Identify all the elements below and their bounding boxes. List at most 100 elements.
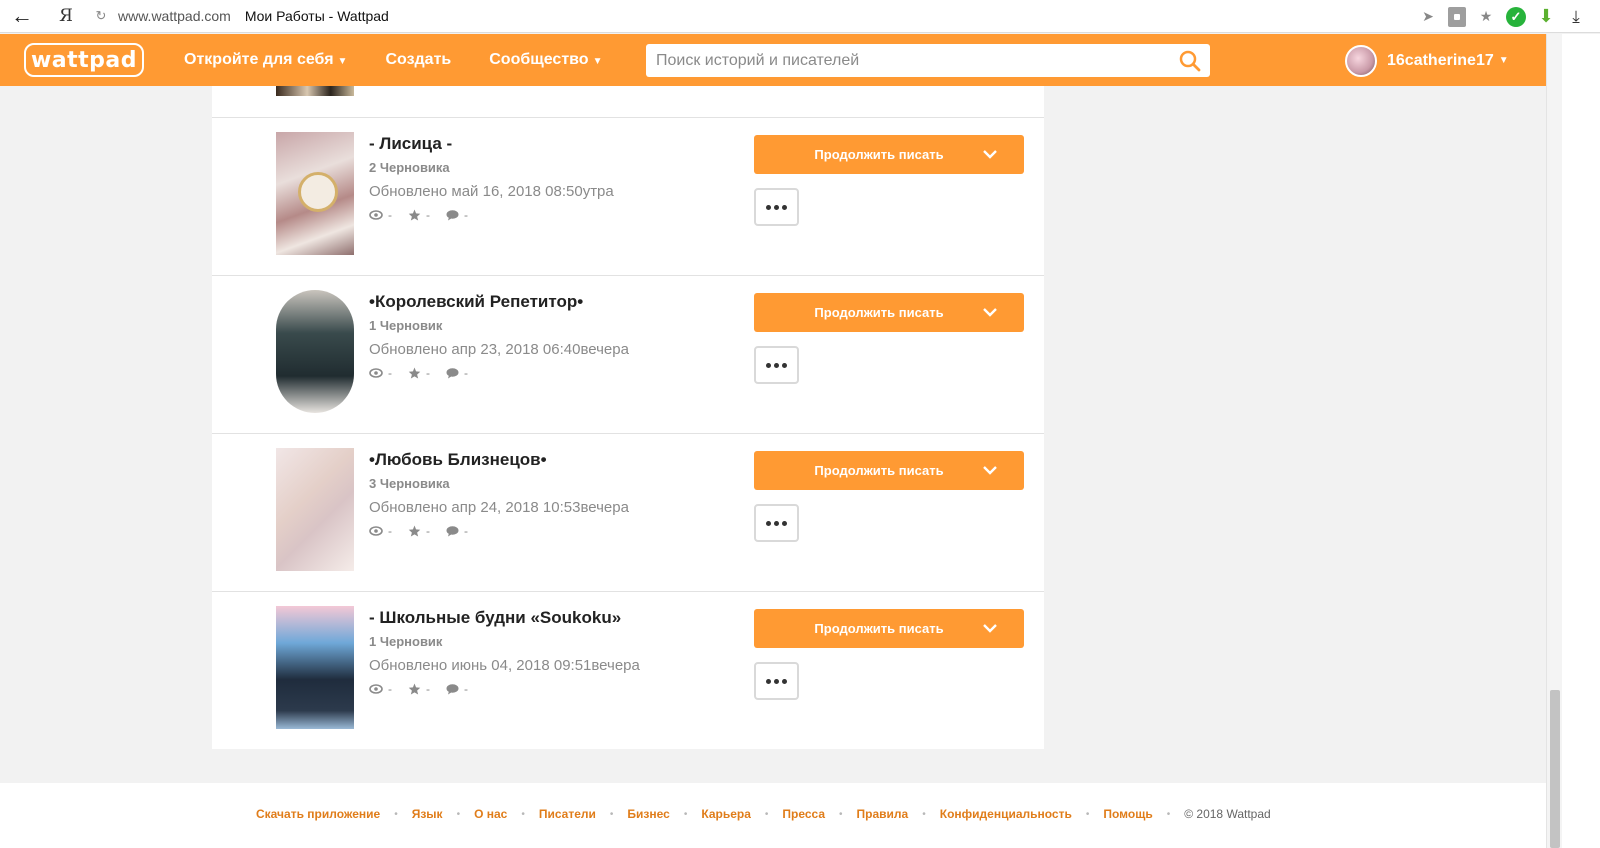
pin-icon[interactable]: ➤ [1418,7,1438,27]
more-options-button[interactable] [754,188,799,226]
chevron-down-icon [983,466,997,475]
votes-count: - [426,208,430,222]
footer-separator: • [456,808,461,820]
footer-link-business[interactable]: Бизнес [627,807,669,821]
continue-writing-button[interactable]: Продолжить писать [754,609,1024,648]
footer-separator: • [1166,808,1171,820]
reads-stat: - [369,524,392,538]
scrollbar-thumb[interactable] [1550,690,1560,848]
eye-icon [369,684,383,694]
story-title[interactable]: - Школьные будни «Soukoku» [369,608,621,628]
page-footer: Скачать приложение • Язык • О нас • Писател… [0,783,1546,848]
user-menu[interactable]: 16catherine17 ▼ [1345,44,1509,77]
ellipsis-dot [774,204,779,210]
continue-writing-button[interactable]: Продолжить писать [754,293,1024,332]
footer-link-help[interactable]: Помощь [1103,807,1152,821]
chevron-down-icon [983,308,997,317]
footer-link-writers[interactable]: Писатели [539,807,596,821]
download-extension-icon[interactable]: ⬇ [1536,6,1556,27]
footer-link-privacy[interactable]: Конфиденциальность [940,807,1072,821]
votes-count: - [426,682,430,696]
ellipsis-dot [774,520,779,526]
copyright: © 2018 Wattpad [1184,807,1271,821]
story-updated: Обновлено май 16, 2018 08:50утра [369,183,614,200]
nav-community-label: Сообщество [489,51,589,68]
comment-icon [446,525,459,536]
nav-community[interactable]: Сообщество ▼ [489,51,602,69]
page-scrollbar[interactable] [1546,34,1562,848]
more-options-button[interactable] [754,346,799,384]
address-bar-url[interactable]: www.wattpad.com [118,8,231,24]
comments-count: - [464,524,468,538]
comments-count: - [464,682,468,696]
comment-icon [446,209,459,220]
avatar[interactable] [1345,44,1377,77]
caret-down-icon: ▼ [337,56,348,67]
footer-link-jobs[interactable]: Карьера [701,807,751,821]
more-options-button[interactable] [754,662,799,700]
reload-icon[interactable]: ↻ [88,8,114,24]
votes-stat: - [408,524,430,538]
search-icon[interactable] [1170,44,1210,77]
footer-link-terms[interactable]: Правила [857,807,909,821]
footer-link-about[interactable]: О нас [474,807,507,821]
continue-writing-label: Продолжить писать [814,147,944,162]
protect-check-icon[interactable]: ✓ [1506,6,1526,27]
footer-link-press[interactable]: Пресса [782,807,825,821]
more-options-button[interactable] [754,504,799,542]
eye-icon [369,526,383,536]
chevron-down-icon [983,150,997,159]
comments-stat: - [446,524,468,538]
story-row: •Королевский Репетитор• 1 Черновик Обнов… [212,275,1044,433]
story-drafts: 1 Черновик [369,318,443,333]
comment-icon [446,367,459,378]
comments-count: - [464,366,468,380]
side-panel-strip [1562,34,1600,848]
username: 16catherine17 [1387,51,1494,69]
comments-stat: - [446,208,468,222]
story-cover[interactable] [276,132,354,255]
ellipsis-dot [782,678,787,684]
story-updated: Обновлено апр 24, 2018 10:53вечера [369,499,629,516]
ellipsis-dot [766,362,771,368]
browser-toolbar: ← Я ↻ www.wattpad.com Мои Работы - Wattp… [0,0,1600,33]
footer-link-app[interactable]: Скачать приложение [256,807,380,821]
story-title[interactable]: •Любовь Близнецов• [369,450,547,470]
story-cover[interactable] [276,290,354,413]
continue-writing-button[interactable]: Продолжить писать [754,451,1024,490]
story-stats: - - - [369,524,484,538]
search-input[interactable] [646,44,1170,77]
story-row: - Лисица - 2 Черновика Обновлено май 16,… [212,117,1044,275]
yandex-button[interactable]: Я [44,0,88,33]
continue-writing-label: Продолжить писать [814,463,944,478]
lock-icon[interactable] [1448,6,1466,27]
bookmark-star-icon[interactable]: ★ [1476,7,1496,27]
story-title[interactable]: •Королевский Репетитор• [369,292,583,312]
story-drafts: 1 Черновик [369,634,443,649]
reads-count: - [388,366,392,380]
story-cover-partial[interactable] [276,86,354,96]
star-icon [408,367,421,379]
footer-separator: • [609,808,614,820]
story-title[interactable]: - Лисица - [369,134,452,154]
story-cover[interactable] [276,448,354,571]
search-box [646,44,1210,77]
star-icon [408,525,421,537]
wattpad-logo[interactable]: wattpad [24,43,144,77]
footer-link-language[interactable]: Язык [412,807,443,821]
story-row: •Любовь Близнецов• 3 Черновика Обновлено… [212,433,1044,591]
downloads-icon[interactable]: ⤓ [1566,7,1586,27]
back-arrow-icon[interactable]: ← [0,0,44,33]
nav-discover[interactable]: Откройте для себя ▼ [184,51,347,69]
wattpad-header: wattpad Откройте для себя ▼ Создать Сообщ… [0,34,1546,86]
story-stats: - - - [369,366,484,380]
browser-actions: ➤ ★ ✓ ⬇ ⤓ [1418,0,1600,33]
continue-writing-label: Продолжить писать [814,305,944,320]
comments-stat: - [446,682,468,696]
my-works-list: - Лисица - 2 Черновика Обновлено май 16,… [212,86,1044,749]
continue-writing-button[interactable]: Продолжить писать [754,135,1024,174]
nav-create[interactable]: Создать [385,51,451,69]
story-cover[interactable] [276,606,354,729]
reads-count: - [388,524,392,538]
reads-count: - [388,682,392,696]
